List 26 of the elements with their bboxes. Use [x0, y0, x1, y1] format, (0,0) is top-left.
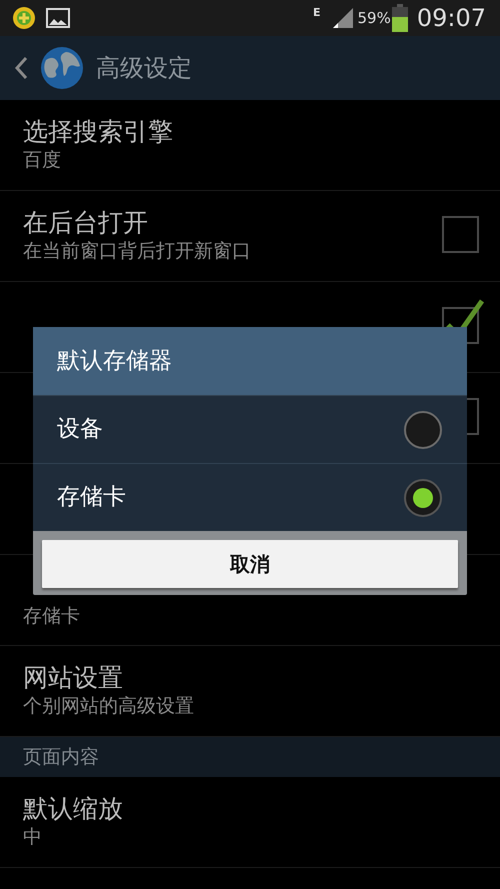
image-icon: [46, 7, 70, 29]
battery-percent: 59%: [357, 8, 391, 29]
network-type: E: [312, 5, 320, 21]
screen-title: 高级设定: [96, 53, 192, 84]
setting-title: 选择搜索引擎: [23, 116, 174, 148]
radio-button[interactable]: [404, 478, 442, 516]
setting-summary: 存储卡: [23, 604, 81, 629]
setting-summary: 在当前窗口背后打开新窗口: [23, 239, 252, 264]
dialog-title: 默认存储器: [57, 346, 172, 376]
setting-title: 在后台打开: [23, 206, 149, 239]
app-notification-icon: [12, 6, 36, 30]
radio-option[interactable]: 存储卡: [33, 463, 467, 531]
setting-summary: 个别网站的高级设置: [23, 694, 195, 720]
setting-title: 默认缩放: [23, 792, 124, 825]
clock: 09:07: [416, 3, 486, 34]
setting-title: 网站设置: [23, 662, 124, 694]
battery-icon: [390, 4, 409, 32]
setting-summary: 百度: [23, 148, 62, 174]
globe-icon: [40, 46, 84, 90]
radio-button[interactable]: [404, 410, 442, 448]
section-header: 页面内容: [23, 744, 99, 770]
radio-option[interactable]: 设备: [33, 395, 467, 463]
signal-icon: [332, 7, 354, 29]
back-icon: [14, 56, 28, 80]
setting-summary: 中: [23, 825, 43, 850]
cancel-button[interactable]: 取消: [42, 540, 458, 588]
